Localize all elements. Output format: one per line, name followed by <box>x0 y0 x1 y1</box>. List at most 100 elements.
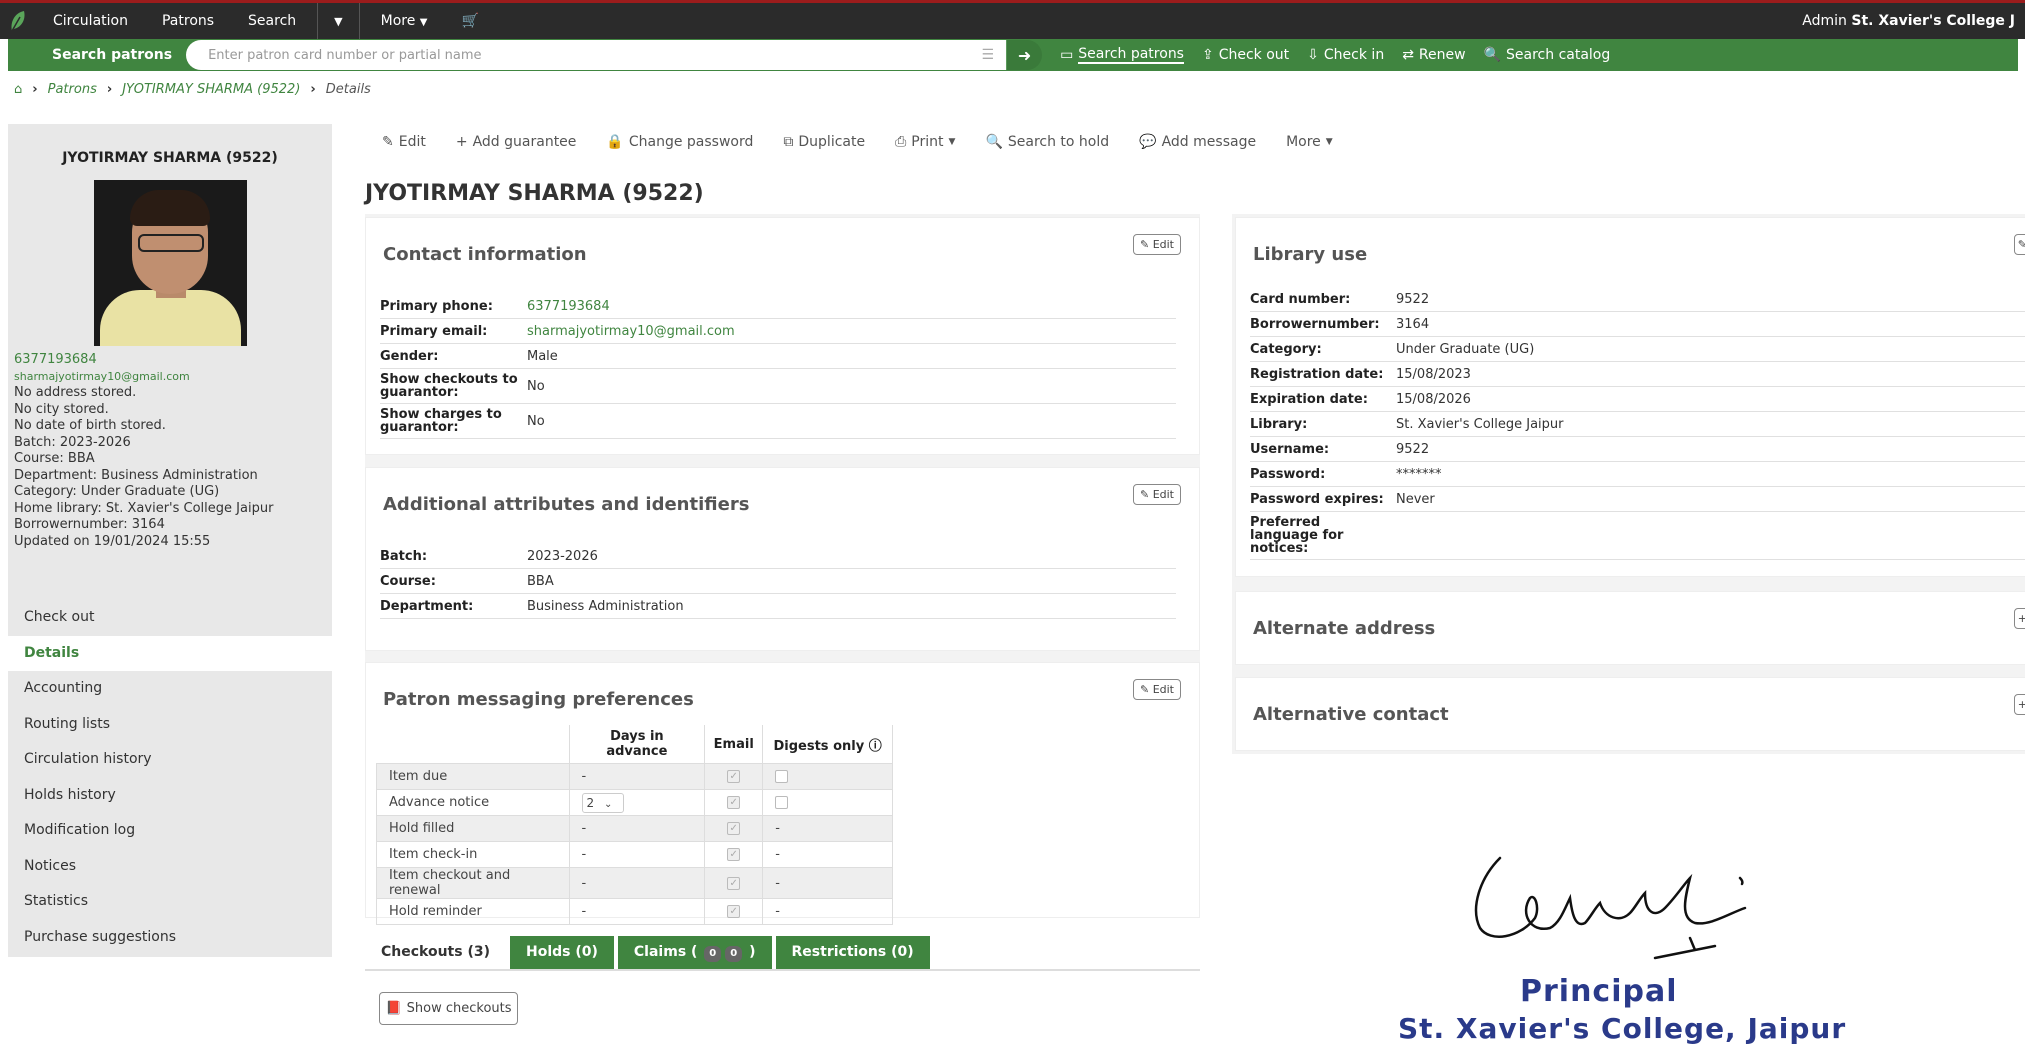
messaging-digest-item-check-in: - <box>762 841 893 868</box>
messaging-email-hold-filled: ✓ <box>704 815 764 842</box>
filter-sliders-icon[interactable]: ☰ <box>982 47 995 63</box>
cart-icon[interactable]: 🛒 <box>445 13 496 29</box>
sidebar-item-routing-lists[interactable]: Routing lists <box>8 707 332 743</box>
home-icon[interactable]: ⌂ <box>14 82 22 97</box>
tab-claims-prefix: Claims ( <box>633 944 698 960</box>
library-label-borrowernumber: Borrowernumber: <box>1250 316 1380 332</box>
sidebar-phone[interactable]: 6377193684 <box>14 352 332 369</box>
duplicate-button[interactable]: ⧉ Duplicate <box>783 134 865 150</box>
messaging-name-item-due: Item due <box>376 763 570 790</box>
info-icon[interactable]: ⓘ <box>869 739 882 754</box>
search-dropdown-caret-icon[interactable]: ▼ <box>322 15 354 28</box>
retweet-icon: ⇄ <box>1402 47 1414 63</box>
sidebar-item-accounting[interactable]: Accounting <box>8 671 332 707</box>
search-to-hold-button[interactable]: 🔍 Search to hold <box>985 134 1109 150</box>
library-row-registration-date: Registration date: 15/08/2023 <box>1250 362 2025 387</box>
sidebar-email[interactable]: sharmajyotirmay10@gmail.com <box>14 369 332 386</box>
alternate-address-title[interactable]: Alternate address <box>1253 618 1435 639</box>
contact-information-panel: Contact information ✎ Edit Primary phone… <box>365 217 1200 455</box>
show-checkouts-button[interactable]: 📕 Show checkouts <box>379 992 518 1025</box>
nav-search[interactable]: Search <box>231 13 313 29</box>
search-submit-button[interactable]: ➜ <box>1006 40 1043 70</box>
breadcrumb-patrons[interactable]: Patrons <box>48 82 97 97</box>
messaging-days-item-due: - <box>568 763 706 790</box>
messaging-row-item-due: Item due - ✓ <box>376 763 893 790</box>
page-title: JYOTIRMAY SHARMA (9522) <box>365 181 704 206</box>
email-checkbox-checkout-renewal[interactable]: ✓ <box>727 876 741 890</box>
tab-check-out[interactable]: ⇪ Check out <box>1202 47 1289 63</box>
messaging-name-checkout-renewal: Item checkout and renewal <box>376 867 570 899</box>
edit-attributes-button[interactable]: ✎ Edit <box>1132 484 1181 505</box>
email-checkbox-hold-reminder[interactable]: ✓ <box>727 905 741 918</box>
email-checkbox-item-check-in[interactable]: ✓ <box>727 848 741 861</box>
messaging-name-advance-notice: Advance notice <box>376 789 570 816</box>
tab-search-patrons[interactable]: ▭ Search patrons <box>1060 46 1184 64</box>
alternative-contact-title[interactable]: Alternative contact <box>1253 704 1449 725</box>
tab-checkouts[interactable]: Checkouts (3) <box>365 936 506 969</box>
sidebar-item-details[interactable]: Details <box>8 635 332 671</box>
library-label-registration-date: Registration date: <box>1250 366 1384 382</box>
digest-checkbox-item-due[interactable] <box>775 770 789 783</box>
more-button[interactable]: More ▼ <box>1286 134 1333 150</box>
email-checkbox-hold-filled[interactable]: ✓ <box>727 822 741 835</box>
library-use-panel: Library use ✎ Card number: 9522 Borrowern… <box>1235 217 2025 577</box>
print-button-label: Print <box>911 134 944 150</box>
library-row-borrowernumber: Borrowernumber: 3164 <box>1250 312 2025 337</box>
days-in-advance-select[interactable]: 2 ⌄ <box>581 792 624 813</box>
sidebar-item-check-out[interactable]: Check out <box>8 600 332 636</box>
edit-attributes-label: Edit <box>1152 488 1174 501</box>
contact-value-checkouts-guarantor: No <box>527 378 545 394</box>
email-checkbox-advance-notice[interactable]: ✓ <box>727 796 741 809</box>
patron-search-input[interactable]: Enter patron card number or partial name… <box>186 40 1007 70</box>
add-message-button[interactable]: 💬 Add message <box>1139 134 1256 150</box>
breadcrumb-patron[interactable]: JYOTIRMAY SHARMA (9522) <box>122 82 300 97</box>
print-button[interactable]: ⎙ Print ▼ <box>895 134 955 150</box>
nav-circulation[interactable]: Circulation <box>36 13 145 29</box>
contact-label-email: Primary email: <box>380 323 488 339</box>
koha-leaf-logo[interactable] <box>0 3 36 39</box>
tab-holds[interactable]: Holds (0) <box>510 936 614 969</box>
contact-value-phone[interactable]: 6377193684 <box>527 299 610 314</box>
search-to-hold-button-label: Search to hold <box>1007 134 1110 150</box>
edit-button[interactable]: ✎ Edit <box>382 134 426 150</box>
sidebar-item-circulation-history[interactable]: Circulation history <box>8 742 332 778</box>
sidebar-item-purchase-suggestions[interactable]: Purchase suggestions <box>8 920 332 956</box>
plus-icon: + <box>455 134 468 150</box>
sidebar-item-holds-history[interactable]: Holds history <box>8 778 332 814</box>
add-alternative-contact-button[interactable]: + <box>2013 694 2025 715</box>
tab-renew[interactable]: ⇄ Renew <box>1402 47 1465 63</box>
edit-contact-button[interactable]: ✎ Edit <box>1132 234 1181 255</box>
tab-check-in[interactable]: ⇩ Check in <box>1307 47 1384 63</box>
sidebar-item-statistics[interactable]: Statistics <box>8 884 332 920</box>
messaging-header-row: Days in advance Email Digests only ⓘ <box>376 725 893 764</box>
tab-restrictions[interactable]: Restrictions (0) <box>775 936 930 969</box>
tab-claims[interactable]: Claims ( 00 ) <box>617 936 772 969</box>
nav-more[interactable]: More ▼ <box>364 13 445 29</box>
library-label-library: Library: <box>1250 416 1308 432</box>
messaging-days-hold-reminder: - <box>568 898 706 925</box>
edit-messaging-button[interactable]: ✎ Edit <box>1132 679 1181 700</box>
attributes-panel: Additional attributes and identifiers ✎ … <box>365 467 1200 651</box>
sidebar-category: Category: Under Graduate (UG) <box>14 484 220 499</box>
change-password-button-label: Change password <box>628 134 754 150</box>
edit-button-label: Edit <box>398 134 426 150</box>
library-label-card-number: Card number: <box>1250 291 1351 307</box>
sidebar-item-modification-log[interactable]: Modification log <box>8 813 332 849</box>
change-password-button[interactable]: 🔒 Change password <box>606 134 753 150</box>
email-checkbox-item-due[interactable]: ✓ <box>727 770 741 783</box>
edit-library-use-button[interactable]: ✎ <box>2013 234 2025 255</box>
add-guarantee-button[interactable]: + Add guarantee <box>456 134 577 150</box>
messaging-preferences-panel: Patron messaging preferences ✎ Edit Days… <box>365 662 1200 925</box>
logged-in-user[interactable]: Admin St. Xavier's College J <box>1802 13 2025 29</box>
patron-photo[interactable] <box>93 180 247 346</box>
digest-checkbox-advance-notice[interactable] <box>775 796 789 809</box>
messaging-row-advance-notice: Advance notice 2 ⌄ ✓ <box>376 789 893 816</box>
breadcrumb-separator-icon: › <box>310 82 316 97</box>
tab-search-catalog[interactable]: 🔍 Search catalog <box>1484 47 1611 63</box>
nav-patrons[interactable]: Patrons <box>145 13 231 29</box>
header-email: Email <box>704 725 764 764</box>
add-alternate-address-button[interactable]: + <box>2013 608 2025 629</box>
sidebar-item-notices[interactable]: Notices <box>8 849 332 885</box>
contact-value-email[interactable]: sharmajyotirmay10@gmail.com <box>527 324 735 339</box>
search-patrons-label[interactable]: Search patrons <box>8 47 186 63</box>
